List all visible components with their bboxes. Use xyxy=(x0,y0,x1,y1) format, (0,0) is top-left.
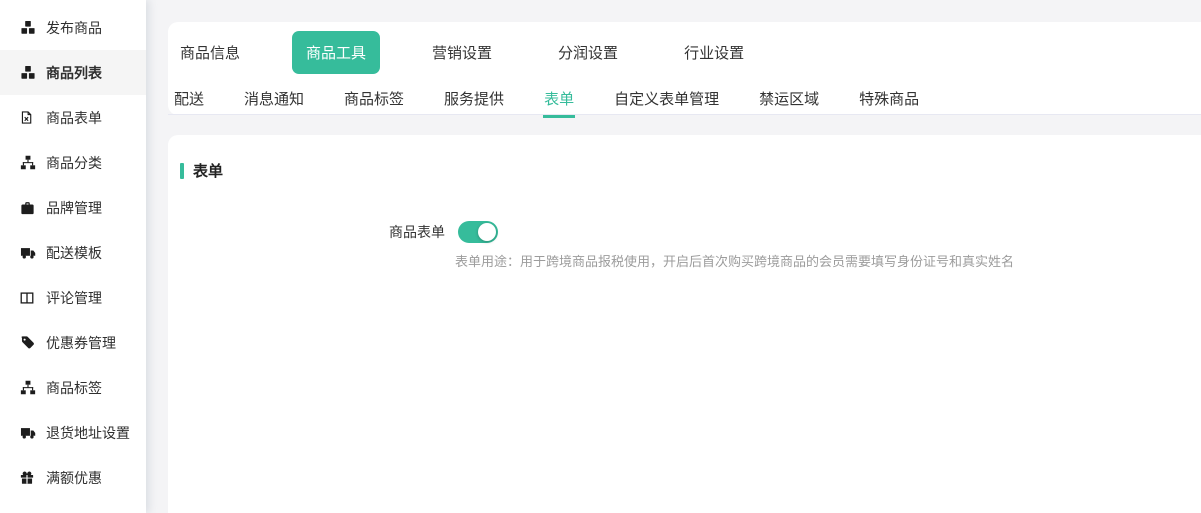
truck-icon xyxy=(20,425,37,441)
cubes-icon xyxy=(20,20,37,36)
secondary-tab-label: 自定义表单管理 xyxy=(614,91,719,108)
primary-tab-product-tools[interactable]: 商品工具 xyxy=(292,31,380,74)
sidebar-item-full-discount[interactable]: 满额优惠 xyxy=(0,455,146,500)
sidebar-item-label: 满额优惠 xyxy=(46,468,102,488)
sidebar-item-label: 商品表单 xyxy=(46,108,102,128)
sidebar-item-brand-management[interactable]: 品牌管理 xyxy=(0,185,146,230)
sidebar-item-label: 品牌管理 xyxy=(46,198,102,218)
primary-tab-label: 商品工具 xyxy=(306,45,366,62)
primary-tab-marketing-settings[interactable]: 营销设置 xyxy=(432,42,492,63)
primary-tab-label: 商品信息 xyxy=(180,45,240,62)
primary-tab-bar: 商品信息 商品工具 营销设置 分润设置 行业设置 xyxy=(168,22,1201,82)
product-form-row: 商品表单 xyxy=(168,221,1201,243)
secondary-tab-product-tags[interactable]: 商品标签 xyxy=(343,82,405,118)
secondary-tab-form[interactable]: 表单 xyxy=(543,82,575,118)
primary-tab-label: 分润设置 xyxy=(558,45,618,62)
sidebar-item-product-category[interactable]: 商品分类 xyxy=(0,140,146,185)
secondary-tab-label: 消息通知 xyxy=(244,91,304,108)
secondary-tab-bar: 配送 消息通知 商品标签 服务提供 表单 自定义表单管理 禁运区域 特殊商品 xyxy=(168,82,1201,115)
sidebar-item-label: 商品列表 xyxy=(46,63,102,83)
sidebar-item-clipped-item[interactable]: 批量操作 xyxy=(0,500,146,513)
secondary-tab-label: 表单 xyxy=(544,91,574,108)
toggle-knob xyxy=(478,223,496,241)
truck-icon xyxy=(20,245,37,261)
product-form-toggle[interactable] xyxy=(458,221,498,243)
sidebar-item-product-tags[interactable]: 商品标签 xyxy=(0,365,146,410)
secondary-tab-label: 特殊商品 xyxy=(859,91,919,108)
section-header: 表单 xyxy=(180,160,1201,181)
secondary-tab-custom-form-management[interactable]: 自定义表单管理 xyxy=(613,82,720,118)
sidebar-item-label: 优惠券管理 xyxy=(46,333,116,353)
sidebar-item-review-management[interactable]: 评论管理 xyxy=(0,275,146,320)
section-title: 表单 xyxy=(193,160,223,181)
sidebar-item-label: 商品分类 xyxy=(46,153,102,173)
secondary-tab-banned-area[interactable]: 禁运区域 xyxy=(758,82,820,118)
secondary-tab-delivery[interactable]: 配送 xyxy=(173,82,205,118)
columns-icon xyxy=(20,290,37,306)
sidebar: 发布商品 商品列表 商品表单 商品分类 品牌管理 配送模板 评论管理 优惠券管理… xyxy=(0,0,146,513)
secondary-tab-service-provide[interactable]: 服务提供 xyxy=(443,82,505,118)
secondary-tab-label: 服务提供 xyxy=(444,91,504,108)
primary-tab-product-info[interactable]: 商品信息 xyxy=(180,42,240,63)
primary-tab-label: 行业设置 xyxy=(684,45,744,62)
sidebar-item-label: 退货地址设置 xyxy=(46,423,130,443)
primary-tab-profit-settings[interactable]: 分润设置 xyxy=(558,42,618,63)
sidebar-item-coupon-management[interactable]: 优惠券管理 xyxy=(0,320,146,365)
sidebar-item-label: 发布商品 xyxy=(46,18,102,38)
sidebar-item-shipping-template[interactable]: 配送模板 xyxy=(0,230,146,275)
sidebar-item-return-address[interactable]: 退货地址设置 xyxy=(0,410,146,455)
product-form-label: 商品表单 xyxy=(168,222,445,242)
section-accent-bar xyxy=(180,163,184,179)
secondary-tab-special-goods[interactable]: 特殊商品 xyxy=(858,82,920,118)
secondary-tab-label: 配送 xyxy=(174,91,204,108)
cubes-icon xyxy=(20,65,37,81)
sitemap-icon xyxy=(20,155,37,171)
secondary-tab-label: 禁运区域 xyxy=(759,91,819,108)
sidebar-item-publish-product[interactable]: 发布商品 xyxy=(0,5,146,50)
content-card: 表单 商品表单 表单用途：用于跨境商品报税使用，开启后首次购买跨境商品的会员需要… xyxy=(168,135,1201,513)
form-help-text: 表单用途：用于跨境商品报税使用，开启后首次购买跨境商品的会员需要填写身份证号和真… xyxy=(455,251,1201,270)
secondary-tab-message-notice[interactable]: 消息通知 xyxy=(243,82,305,118)
sidebar-item-label: 评论管理 xyxy=(46,288,102,308)
sidebar-item-label: 商品标签 xyxy=(46,378,102,398)
gift-icon xyxy=(20,470,37,486)
primary-tab-label: 营销设置 xyxy=(432,45,492,62)
tag-icon xyxy=(20,335,37,351)
tabs-card: 商品信息 商品工具 营销设置 分润设置 行业设置 配送 消息通知 商品标签 服务… xyxy=(168,22,1201,115)
sitemap-icon xyxy=(20,380,37,396)
briefcase-icon xyxy=(20,200,37,216)
primary-tab-industry-settings[interactable]: 行业设置 xyxy=(684,42,744,63)
secondary-tab-label: 商品标签 xyxy=(344,91,404,108)
sidebar-item-product-list[interactable]: 商品列表 xyxy=(0,50,146,95)
sidebar-item-label: 配送模板 xyxy=(46,243,102,263)
sidebar-item-product-form[interactable]: 商品表单 xyxy=(0,95,146,140)
file-excel-icon xyxy=(20,110,37,126)
